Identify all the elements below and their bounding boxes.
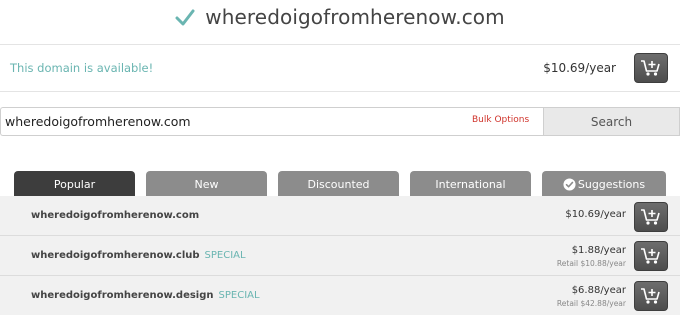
result-retail-price: Retail $42.88/year: [556, 299, 626, 308]
tab-international[interactable]: International: [410, 171, 531, 197]
results-list: wheredoigofromherenow.com $10.69/year wh…: [0, 196, 680, 315]
result-row: wheredoigofromherenow.design SPECIAL $6.8…: [0, 276, 680, 315]
add-to-cart-button[interactable]: [634, 53, 668, 83]
tab-label: Popular: [53, 177, 96, 191]
tab-discounted[interactable]: Discounted: [278, 171, 399, 197]
search-input-value: wheredoigofromherenow.com: [5, 114, 191, 129]
add-to-cart-button[interactable]: [634, 241, 668, 271]
checkmark-icon: [175, 9, 195, 26]
tab-label: Suggestions: [577, 177, 646, 191]
add-to-cart-icon: [641, 60, 660, 76]
page-header: wheredoigofromherenow.com: [0, 0, 680, 34]
result-domain-name: wheredoigofromherenow.com: [31, 210, 200, 221]
add-to-cart-icon: [641, 248, 660, 264]
tab-label: New: [194, 177, 219, 191]
add-to-cart-button[interactable]: [634, 202, 668, 232]
check-circle-icon: [563, 177, 576, 191]
search-input[interactable]: wheredoigofromherenow.com Bulk Options: [0, 107, 543, 136]
result-price: $6.88/year: [571, 285, 626, 296]
bulk-options-link[interactable]: Bulk Options: [472, 115, 529, 125]
tab-label: International: [435, 177, 506, 191]
add-to-cart-button[interactable]: [634, 281, 668, 311]
page-title: wheredoigofromherenow.com: [205, 5, 505, 29]
result-domain-name: wheredoigofromherenow.club SPECIAL: [31, 250, 246, 261]
availability-message: This domain is available!: [10, 61, 154, 75]
search-button[interactable]: Search: [543, 107, 680, 136]
result-domain-name: wheredoigofromherenow.design SPECIAL: [31, 290, 260, 301]
add-to-cart-icon: [641, 209, 660, 225]
tab-label: Discounted: [307, 177, 370, 191]
availability-row: This domain is available! $10.69/year: [0, 44, 680, 92]
result-price: $1.88/year: [571, 245, 626, 256]
tab-popular[interactable]: Popular: [14, 171, 135, 197]
result-row: wheredoigofromherenow.club SPECIAL $1.88/…: [0, 236, 680, 276]
special-badge: SPECIAL: [204, 250, 246, 261]
tab-new[interactable]: New: [146, 171, 267, 197]
tab-suggestions[interactable]: Suggestions: [542, 171, 666, 197]
result-retail-price: Retail $10.88/year: [556, 259, 626, 268]
availability-price: $10.69/year: [543, 61, 616, 75]
add-to-cart-icon: [641, 288, 660, 304]
result-price: $10.69/year: [565, 209, 626, 220]
result-row: wheredoigofromherenow.com $10.69/year: [0, 196, 680, 236]
special-badge: SPECIAL: [218, 290, 260, 301]
